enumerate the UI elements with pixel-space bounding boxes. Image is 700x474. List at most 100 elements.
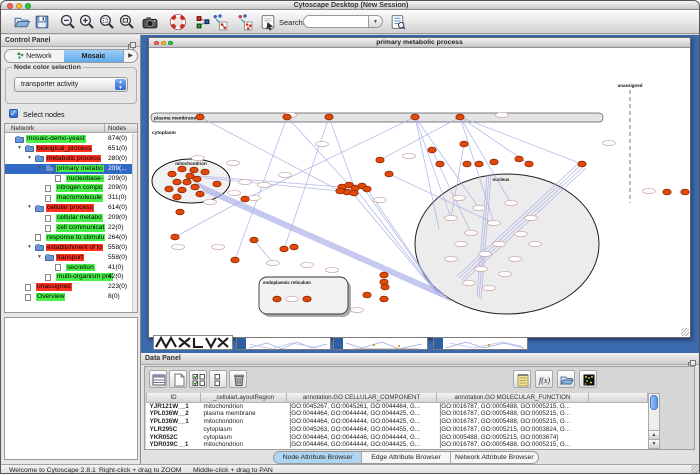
graph-node[interactable] <box>436 161 444 167</box>
graph-node[interactable] <box>173 194 181 200</box>
network-canvas[interactable]: plasma membrane cytoplasm mitochondrion … <box>149 48 690 337</box>
graph-node[interactable] <box>663 189 671 195</box>
tree-expander-icon[interactable]: ▼ <box>27 204 32 210</box>
open-folder-icon[interactable] <box>13 13 31 31</box>
scrollbar-thumb[interactable] <box>650 395 658 410</box>
tab-network[interactable]: Network <box>5 50 64 62</box>
graph-edge[interactable] <box>329 117 355 189</box>
title-bar[interactable]: Cytoscape Desktop (New Session) <box>1 1 700 10</box>
tabs-overflow-arrow-icon[interactable]: ▶ <box>123 50 137 62</box>
graph-node-unselected[interactable] <box>351 307 364 312</box>
layout-edges-icon[interactable] <box>236 13 254 31</box>
graph-node-unselected[interactable] <box>455 241 468 246</box>
graph-edge[interactable] <box>245 117 415 199</box>
graph-node-unselected[interactable] <box>643 188 656 193</box>
graph-node[interactable] <box>428 147 436 153</box>
graph-node-unselected[interactable] <box>301 262 314 267</box>
graph-node-unselected[interactable] <box>374 197 387 202</box>
table-row[interactable]: YLR295Ccytoplasm[GO:0045263, GO:0044464,… <box>147 425 648 433</box>
graph-node-unselected[interactable] <box>192 155 205 160</box>
graph-node-unselected[interactable] <box>473 205 486 210</box>
tree-expander-icon[interactable]: ▼ <box>37 165 42 171</box>
float-panel-icon[interactable] <box>128 37 136 45</box>
tree-row[interactable]: cellular metabo209(0) <box>5 213 138 223</box>
birds-eye-view[interactable] <box>4 317 138 460</box>
graph-node[interactable] <box>241 196 249 202</box>
graph-node-unselected[interactable] <box>403 153 416 158</box>
graph-node[interactable] <box>681 189 689 195</box>
zoom-in-icon[interactable] <box>78 13 96 31</box>
zoom-selected-icon[interactable] <box>98 13 116 31</box>
graph-node-unselected[interactable] <box>212 244 225 249</box>
graph-node[interactable] <box>376 157 384 163</box>
network-window-titlebar[interactable]: primary metabolic process <box>149 38 690 48</box>
graph-node-unselected[interactable] <box>499 271 512 276</box>
graph-node[interactable] <box>171 234 179 240</box>
network-icon[interactable] <box>194 13 212 31</box>
graph-node[interactable] <box>515 156 523 162</box>
graph-node-unselected[interactable] <box>483 285 496 290</box>
graph-node[interactable] <box>380 296 388 302</box>
graph-node-unselected[interactable] <box>505 200 518 205</box>
scroll-up-icon[interactable]: ▲ <box>649 430 659 439</box>
minimized-view-4[interactable] <box>433 337 528 350</box>
graph-node[interactable] <box>578 161 586 167</box>
graph-node[interactable] <box>303 296 311 302</box>
graph-node-unselected[interactable] <box>509 256 522 261</box>
tree-row[interactable]: unassigned223(0) <box>5 282 138 292</box>
tree-expander-icon[interactable]: ▼ <box>37 254 42 260</box>
scroll-down-icon[interactable]: ▼ <box>649 439 659 448</box>
tree-row[interactable]: Overview8(0) <box>5 292 138 302</box>
graph-node-unselected[interactable] <box>463 280 476 285</box>
table-row[interactable]: YJR121W__1mitochondrion[GO:0045267, GO:0… <box>147 402 648 410</box>
graph-node-unselected[interactable] <box>515 231 528 236</box>
help-lifesaver-icon[interactable] <box>169 13 187 31</box>
tree-row[interactable]: ▼primary metabo209(... <box>5 164 138 174</box>
graph-node-unselected[interactable] <box>488 220 501 225</box>
graph-node-unselected[interactable] <box>204 199 217 204</box>
graph-node[interactable] <box>475 161 483 167</box>
graph-node[interactable] <box>231 257 239 263</box>
tree-expander-icon[interactable]: ▼ <box>27 244 32 250</box>
tree-row[interactable]: nitrogen compo209(0) <box>5 183 138 193</box>
search-dropdown-arrow-icon[interactable]: ▼ <box>369 15 383 28</box>
graph-node[interactable] <box>190 167 198 173</box>
tree-row[interactable]: ▼biological_process651(0) <box>5 144 138 154</box>
zoom-out-icon[interactable] <box>59 13 77 31</box>
graph-node[interactable] <box>363 292 371 298</box>
graph-node-unselected[interactable] <box>529 241 542 246</box>
minimized-view-1[interactable] <box>153 335 233 350</box>
attribute-matrix-icon[interactable] <box>209 370 227 388</box>
graph-node-unselected[interactable] <box>286 296 299 301</box>
graph-node[interactable] <box>336 188 344 194</box>
snapshot-camera-icon[interactable] <box>141 13 159 31</box>
annotation-icon[interactable] <box>259 13 277 31</box>
graph-node[interactable] <box>411 114 419 120</box>
tree-row[interactable]: secretion41(0) <box>5 263 138 273</box>
graph-node[interactable] <box>176 209 184 215</box>
graph-node[interactable] <box>191 184 199 190</box>
graph-node-unselected[interactable] <box>453 195 466 200</box>
graph-node[interactable] <box>460 141 468 147</box>
window-resize-grip[interactable] <box>681 328 689 336</box>
graph-node[interactable] <box>196 191 204 197</box>
graph-node-unselected[interactable] <box>493 241 506 246</box>
graph-node[interactable] <box>325 114 333 120</box>
graph-node[interactable] <box>456 114 464 120</box>
tab-node-attribute-browser[interactable]: Node Attribute Browser <box>274 452 362 463</box>
graph-node-unselected[interactable] <box>239 179 252 184</box>
tree-row[interactable]: ▼metabolic process280(0) <box>5 154 138 164</box>
graph-node-unselected[interactable] <box>172 244 185 249</box>
graph-node[interactable] <box>525 161 533 167</box>
layout-nodes-icon[interactable] <box>211 13 229 31</box>
tree-row[interactable]: ▼cellular process614(0) <box>5 203 138 213</box>
network-view-window[interactable]: primary metabolic process plasma membran… <box>148 37 691 338</box>
tree-expander-icon[interactable]: ▼ <box>17 145 22 151</box>
graph-node-unselected[interactable] <box>258 182 271 187</box>
graph-node[interactable] <box>463 161 471 167</box>
graph-node-unselected[interactable] <box>603 140 616 145</box>
search-options-icon[interactable] <box>389 13 407 31</box>
matrix-view-icon[interactable] <box>579 370 597 388</box>
graph-edge[interactable] <box>235 117 287 260</box>
graph-node[interactable] <box>168 171 176 177</box>
